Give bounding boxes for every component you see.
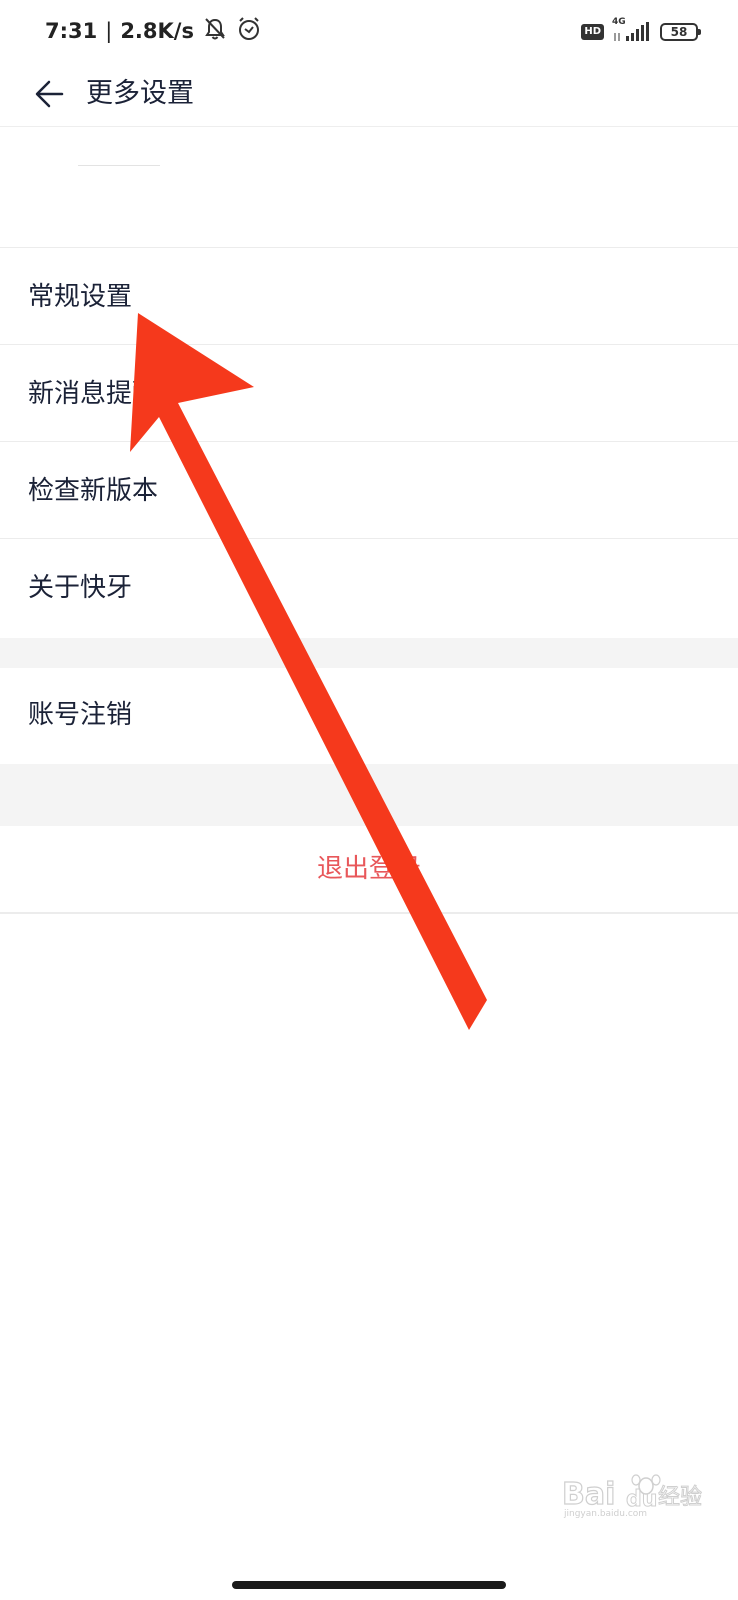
back-button[interactable]	[30, 74, 70, 114]
logout-button[interactable]: 退出登录	[0, 826, 738, 914]
alarm-icon	[236, 16, 262, 47]
menu-item-label: 新消息提醒	[28, 379, 159, 409]
hd-icon: HD	[581, 24, 604, 40]
status-left: 7:31 | 2.8K/s	[45, 16, 262, 46]
status-separator: |	[105, 19, 113, 43]
logout-label: 退出登录	[316, 854, 421, 884]
blank-section	[0, 127, 738, 248]
svg-text:经验: 经验	[658, 1485, 702, 1510]
status-right: HD 4G 58	[581, 17, 701, 46]
menu-item-label: 常规设置	[28, 282, 133, 312]
svg-text:Bai: Bai	[562, 1477, 615, 1512]
divider	[78, 165, 160, 166]
status-time: 7:31	[45, 19, 98, 43]
signal-icon: 4G	[612, 17, 652, 45]
battery-icon: 58	[660, 23, 701, 41]
menu-item-account-cancel[interactable]: 账号注销	[0, 668, 738, 764]
menu-item-general-settings[interactable]: 常规设置	[0, 248, 738, 345]
network-speed: 2.8K/s	[120, 19, 194, 43]
baidu-logo-icon: Bai du 经验 jingyan.baidu.com	[561, 1474, 703, 1519]
battery-level: 58	[670, 25, 688, 39]
app-header: 更多设置	[0, 62, 738, 127]
status-bar: 7:31 | 2.8K/s HD 4G 58	[0, 0, 738, 62]
svg-text:jingyan.baidu.com: jingyan.baidu.com	[563, 1509, 647, 1518]
menu-item-label: 检查新版本	[28, 476, 159, 506]
baidu-watermark: Bai du 经验 jingyan.baidu.com	[561, 1468, 712, 1519]
menu-item-label: 关于快牙	[28, 573, 133, 603]
menu-item-about[interactable]: 关于快牙	[0, 539, 738, 636]
home-indicator[interactable]	[232, 1581, 506, 1589]
arrow-left-icon	[35, 80, 64, 108]
page-title: 更多设置	[86, 78, 194, 109]
menu-item-check-update[interactable]: 检查新版本	[0, 442, 738, 539]
menu-item-label: 账号注销	[28, 700, 133, 730]
section-gap	[0, 638, 738, 668]
section-gap	[0, 764, 738, 826]
menu-item-new-message-reminder[interactable]: 新消息提醒	[0, 345, 738, 442]
bell-off-icon	[202, 16, 228, 47]
